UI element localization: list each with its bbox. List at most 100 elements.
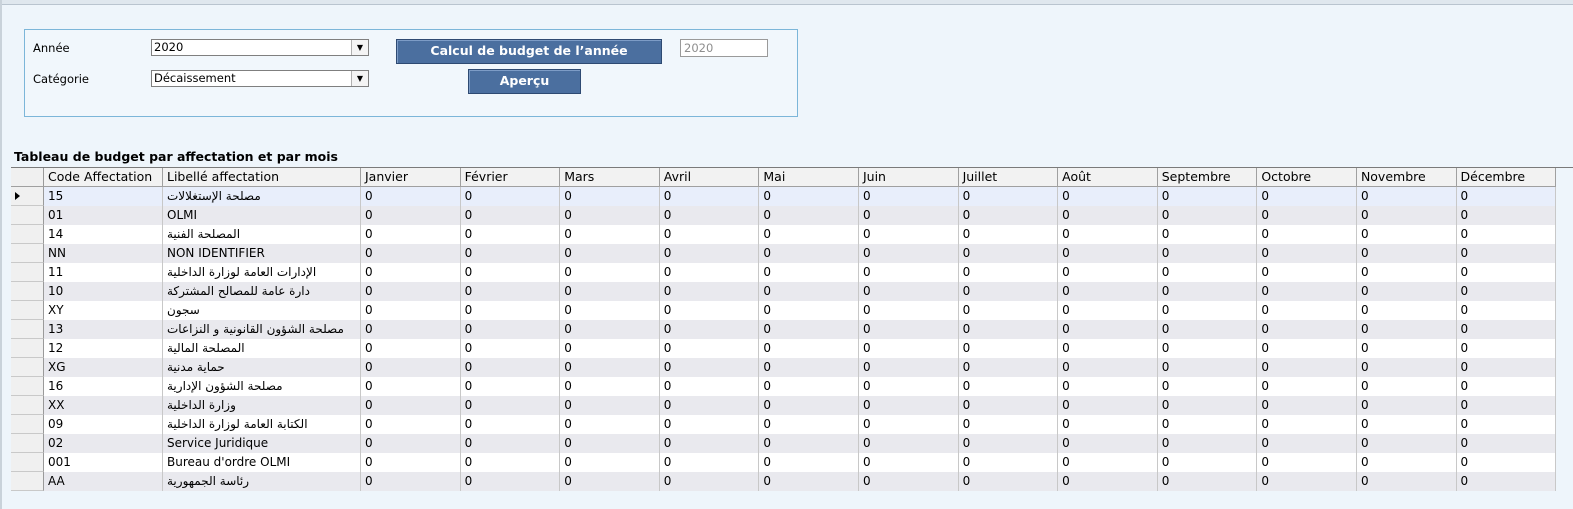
cell-month-value[interactable]: 0 — [1356, 434, 1457, 453]
cell-label[interactable]: حماية مدنية — [163, 358, 361, 377]
table-row[interactable]: 09 الكتابة العامة لوزارة الداخلية 0 0 0 0 0 0 0 0… — [11, 415, 1573, 434]
cell-code[interactable]: 11 — [44, 263, 163, 282]
cell-month-value[interactable]: 0 — [1157, 377, 1258, 396]
cell-month-value[interactable]: 0 — [659, 339, 760, 358]
cell-code[interactable]: 14 — [44, 225, 163, 244]
cell-month-value[interactable]: 0 — [1356, 244, 1457, 263]
cell-month-value[interactable]: 0 — [958, 244, 1059, 263]
row-selector[interactable] — [11, 434, 44, 453]
cell-month-value[interactable]: 0 — [958, 263, 1059, 282]
row-selector[interactable] — [11, 301, 44, 320]
row-selector[interactable] — [11, 320, 44, 339]
cell-label[interactable]: NON IDENTIFIER — [163, 244, 361, 263]
row-selector[interactable] — [11, 377, 44, 396]
cell-month-value[interactable]: 0 — [1456, 377, 1557, 396]
table-row[interactable]: 14 المصلحة الفنية 0 0 0 0 0 0 0 0 0 0 0 0 — [11, 225, 1573, 244]
row-selector[interactable] — [11, 415, 44, 434]
column-header-11[interactable]: Octobre — [1257, 168, 1357, 187]
cell-month-value[interactable]: 0 — [659, 377, 760, 396]
cell-label[interactable]: سجون — [163, 301, 361, 320]
cell-month-value[interactable]: 0 — [560, 301, 660, 320]
cell-month-value[interactable]: 0 — [858, 282, 959, 301]
cell-label[interactable]: OLMI — [163, 206, 361, 225]
cell-month-value[interactable]: 0 — [1456, 396, 1557, 415]
cell-month-value[interactable]: 0 — [958, 434, 1059, 453]
cell-month-value[interactable]: 0 — [1058, 282, 1158, 301]
cell-month-value[interactable]: 0 — [560, 415, 660, 434]
table-row[interactable]: 12 المصلحة المالية 0 0 0 0 0 0 0 0 0 0 0 0 — [11, 339, 1573, 358]
cell-month-value[interactable]: 0 — [1157, 358, 1258, 377]
cell-month-value[interactable]: 0 — [858, 301, 959, 320]
cell-label[interactable]: الإدارات العامة لوزارة الداخلية — [163, 263, 361, 282]
cell-month-value[interactable]: 0 — [460, 282, 561, 301]
cell-month-value[interactable]: 0 — [759, 263, 859, 282]
table-row[interactable]: 001 Bureau d'ordre OLMI 0 0 0 0 0 0 0 0 0 0 0 0 — [11, 453, 1573, 472]
cell-month-value[interactable]: 0 — [958, 206, 1059, 225]
cell-month-value[interactable]: 0 — [1058, 472, 1158, 491]
cell-month-value[interactable]: 0 — [560, 434, 660, 453]
column-header-8[interactable]: Juillet — [958, 168, 1059, 187]
cell-label[interactable]: رئاسة الجمهورية — [163, 472, 361, 491]
cell-month-value[interactable]: 0 — [759, 396, 859, 415]
cell-month-value[interactable]: 0 — [759, 415, 859, 434]
budget-grid[interactable]: Code Affectation Libellé affectation Janvi… — [11, 167, 1573, 491]
cell-label[interactable]: Bureau d'ordre OLMI — [163, 453, 361, 472]
cell-label[interactable]: المصلحة المالية — [163, 339, 361, 358]
category-select[interactable]: Décaissement ▼ — [151, 70, 369, 87]
cell-month-value[interactable]: 0 — [1157, 415, 1258, 434]
row-selector[interactable] — [11, 453, 44, 472]
cell-month-value[interactable]: 0 — [560, 358, 660, 377]
column-header-0[interactable]: Code Affectation — [44, 168, 163, 187]
cell-month-value[interactable]: 0 — [759, 320, 859, 339]
cell-month-value[interactable]: 0 — [560, 453, 660, 472]
cell-month-value[interactable]: 0 — [1157, 396, 1258, 415]
table-row[interactable]: 01 OLMI 0 0 0 0 0 0 0 0 0 0 0 0 — [11, 206, 1573, 225]
cell-month-value[interactable]: 0 — [759, 187, 859, 206]
cell-month-value[interactable]: 0 — [858, 453, 959, 472]
cell-month-value[interactable]: 0 — [1157, 206, 1258, 225]
cell-month-value[interactable]: 0 — [1456, 225, 1557, 244]
cell-month-value[interactable]: 0 — [1058, 396, 1158, 415]
cell-month-value[interactable]: 0 — [361, 301, 461, 320]
cell-month-value[interactable]: 0 — [1058, 453, 1158, 472]
cell-month-value[interactable]: 0 — [1356, 358, 1457, 377]
cell-month-value[interactable]: 0 — [659, 301, 760, 320]
cell-month-value[interactable]: 0 — [958, 415, 1059, 434]
cell-month-value[interactable]: 0 — [361, 320, 461, 339]
cell-month-value[interactable]: 0 — [1456, 434, 1557, 453]
cell-label[interactable]: مصلحة الشؤون القانونية و النزاعات — [163, 320, 361, 339]
table-row[interactable]: 15 مصلحة الإستغلالات 0 0 0 0 0 0 0 0 0 0 0 0 — [11, 187, 1573, 206]
cell-code[interactable]: 12 — [44, 339, 163, 358]
cell-month-value[interactable]: 0 — [1157, 339, 1258, 358]
cell-month-value[interactable]: 0 — [759, 434, 859, 453]
cell-month-value[interactable]: 0 — [1356, 396, 1457, 415]
cell-month-value[interactable]: 0 — [361, 263, 461, 282]
cell-month-value[interactable]: 0 — [1456, 244, 1557, 263]
cell-month-value[interactable]: 0 — [1456, 415, 1557, 434]
cell-month-value[interactable]: 0 — [958, 358, 1059, 377]
cell-month-value[interactable]: 0 — [858, 396, 959, 415]
cell-month-value[interactable]: 0 — [460, 187, 561, 206]
calc-budget-button[interactable]: Calcul de budget de l’année — [396, 39, 662, 64]
cell-month-value[interactable]: 0 — [560, 187, 660, 206]
cell-month-value[interactable]: 0 — [361, 453, 461, 472]
cell-month-value[interactable]: 0 — [858, 415, 959, 434]
cell-code[interactable]: 001 — [44, 453, 163, 472]
cell-code[interactable]: NN — [44, 244, 163, 263]
column-header-3[interactable]: Février — [460, 168, 561, 187]
cell-month-value[interactable]: 0 — [958, 377, 1059, 396]
table-row[interactable]: NN NON IDENTIFIER 0 0 0 0 0 0 0 0 0 0 0 0 — [11, 244, 1573, 263]
cell-month-value[interactable]: 0 — [460, 453, 561, 472]
preview-button[interactable]: Aperçu — [468, 69, 581, 94]
cell-month-value[interactable]: 0 — [858, 377, 959, 396]
cell-month-value[interactable]: 0 — [958, 453, 1059, 472]
cell-month-value[interactable]: 0 — [1356, 415, 1457, 434]
cell-month-value[interactable]: 0 — [1058, 320, 1158, 339]
cell-month-value[interactable]: 0 — [1257, 206, 1357, 225]
cell-month-value[interactable]: 0 — [759, 339, 859, 358]
cell-month-value[interactable]: 0 — [460, 415, 561, 434]
cell-month-value[interactable]: 0 — [958, 187, 1059, 206]
cell-month-value[interactable]: 0 — [560, 244, 660, 263]
table-row[interactable]: 10 دارة عامة للمصالح المشتركة 0 0 0 0 0 0 0 0 0 0 0 0 — [11, 282, 1573, 301]
cell-label[interactable]: وزارة الداخلية — [163, 396, 361, 415]
